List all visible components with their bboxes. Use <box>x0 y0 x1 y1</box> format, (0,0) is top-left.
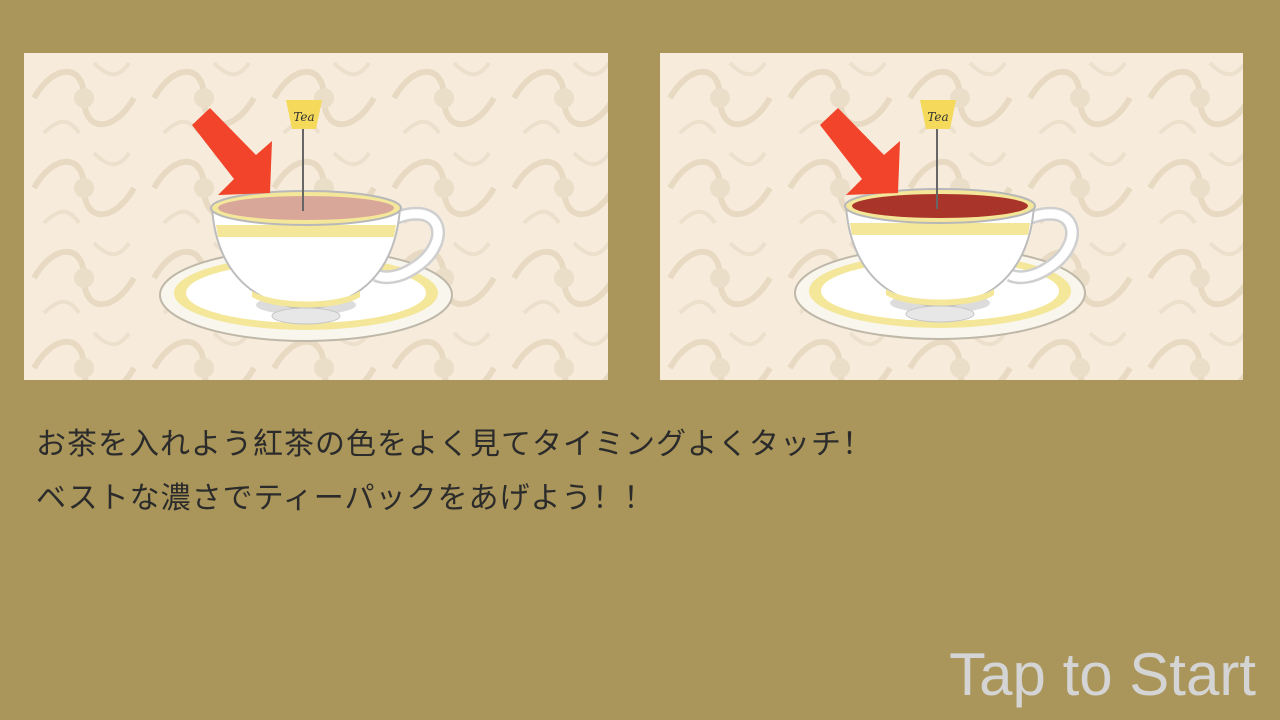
example-panel-dark: Tea <box>660 53 1243 380</box>
tea-tag-text: Tea <box>293 110 314 124</box>
instructions: お茶を入れよう紅茶の色をよく見てタイミングよくタッチ！ ベストな濃さでティーパッ… <box>36 418 873 526</box>
instruction-line-1: お茶を入れよう紅茶の色をよく見てタイミングよくタッチ！ <box>36 427 873 462</box>
teacup-scene-light: Tea <box>24 53 608 380</box>
example-panel-light: Tea <box>24 53 608 380</box>
tap-to-start-button[interactable]: Tap to Start <box>949 640 1256 710</box>
teacup-scene-dark: Tea <box>660 53 1243 380</box>
tea-tag-text: Tea <box>927 110 948 124</box>
instruction-line-2: ベストな濃さでティーパックをあげよう！！ <box>36 481 655 516</box>
